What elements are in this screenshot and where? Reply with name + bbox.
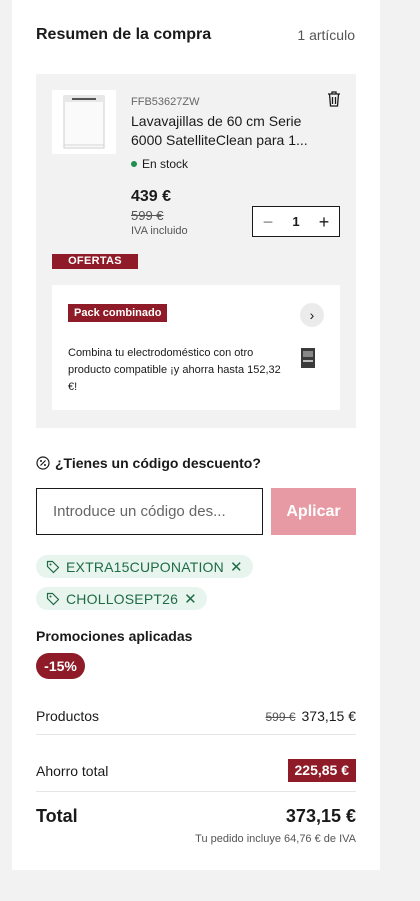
remove-coupon-icon[interactable]: ✕ bbox=[230, 558, 243, 576]
pack-offer-card[interactable]: Pack combinado › Combina tu electrodomés… bbox=[52, 285, 340, 410]
remove-coupon-icon[interactable]: ✕ bbox=[184, 590, 197, 608]
products-values: 599 € 373,15 € bbox=[265, 708, 356, 724]
pack-description: Combina tu electrodoméstico con otro pro… bbox=[68, 347, 281, 393]
savings-badge: 225,85 € bbox=[287, 759, 356, 782]
stock-dot-icon bbox=[131, 161, 137, 167]
dishwasher-image bbox=[63, 95, 105, 149]
promotion-badge: -15% bbox=[36, 653, 85, 679]
coupon-chip: EXTRA15CUPONATION ✕ bbox=[36, 555, 253, 578]
total-label: Total bbox=[36, 806, 78, 826]
product-name[interactable]: Lavavajillas de 60 cm Serie 6000 Satelli… bbox=[131, 112, 321, 150]
tag-icon bbox=[46, 560, 60, 573]
total-tax-note: Tu pedido incluye 64,76 € de IVA bbox=[195, 833, 356, 845]
coupon-code: CHOLLOSEPT26 bbox=[66, 590, 179, 607]
discount-code-input[interactable] bbox=[36, 488, 263, 535]
coupon-code: EXTRA15CUPONATION bbox=[66, 558, 224, 575]
total-value: 373,15 € bbox=[285, 806, 356, 826]
discount-title-text: ¿Tienes un código descuento? bbox=[55, 455, 261, 471]
offers-label: OFERTAS bbox=[52, 254, 138, 269]
products-label: Productos bbox=[36, 708, 100, 724]
pack-badge: Pack combinado bbox=[68, 304, 168, 322]
product-sku: FFB53627ZW bbox=[131, 96, 200, 108]
cart-item: FFB53627ZW Lavavajillas de 60 cm Serie 6… bbox=[36, 74, 356, 428]
divider bbox=[36, 791, 356, 792]
divider bbox=[36, 734, 356, 735]
product-old-price: 599 € bbox=[131, 208, 164, 223]
coupon-chip: CHOLLOSEPT26 ✕ bbox=[36, 587, 207, 610]
increment-button[interactable]: + bbox=[317, 213, 331, 231]
percent-badge-icon bbox=[36, 456, 50, 470]
chevron-right-icon[interactable]: › bbox=[300, 303, 324, 327]
accessory-image bbox=[300, 347, 316, 369]
quantity-value[interactable]: 1 bbox=[292, 214, 299, 229]
product-price: 439 € bbox=[131, 188, 172, 205]
discount-title: ¿Tienes un código descuento? bbox=[36, 455, 261, 471]
order-summary-card: Resumen de la compra 1 artículo FFB53627… bbox=[12, 0, 380, 870]
stock-status: En stock bbox=[131, 157, 188, 171]
stock-label: En stock bbox=[142, 157, 189, 171]
quantity-stepper: − 1 + bbox=[252, 206, 340, 237]
apply-button[interactable]: Aplicar bbox=[271, 488, 356, 535]
summary-title: Resumen de la compra bbox=[36, 26, 212, 43]
item-count: 1 artículo bbox=[297, 27, 355, 43]
product-image[interactable] bbox=[52, 90, 116, 154]
products-price: 373,15 € bbox=[301, 708, 357, 724]
promotions-title: Promociones aplicadas bbox=[36, 628, 193, 644]
products-old-price: 599 € bbox=[265, 710, 296, 724]
product-tax-note: IVA incluido bbox=[131, 225, 188, 237]
decrement-button[interactable]: − bbox=[261, 213, 275, 231]
tag-icon bbox=[46, 592, 60, 605]
savings-label: Ahorro total bbox=[36, 763, 109, 779]
trash-icon[interactable] bbox=[326, 90, 342, 108]
